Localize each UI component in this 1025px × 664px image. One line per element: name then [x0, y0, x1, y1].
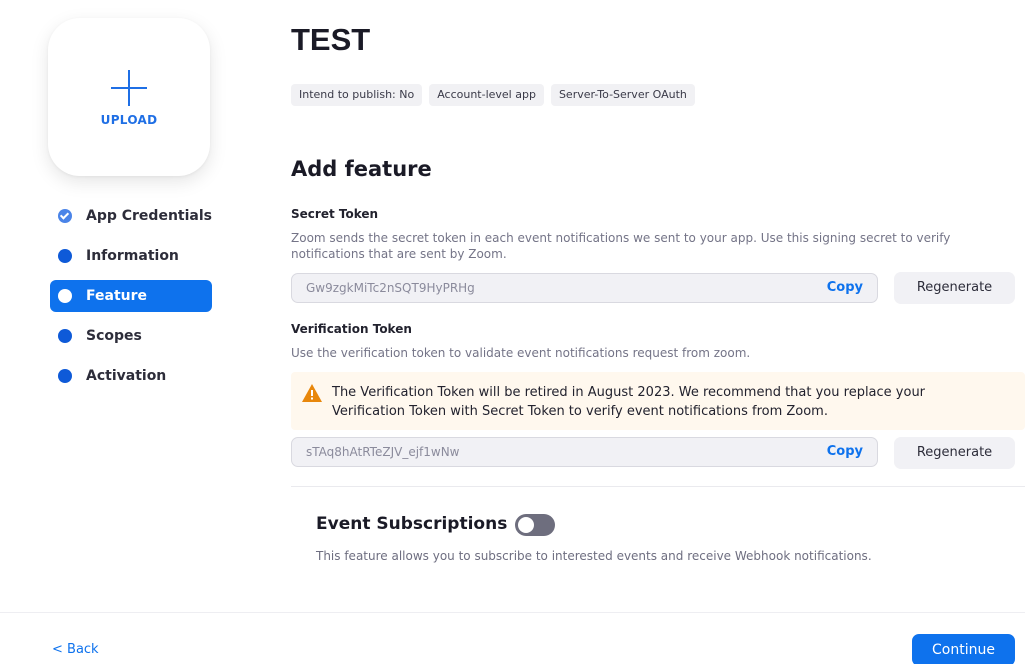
app-tags: Intend to publish: No Account-level app … — [291, 84, 695, 106]
verification-token-field[interactable]: sTAq8hAtRTeZJV_ejf1wNw Copy — [291, 437, 878, 467]
step-dot-icon — [58, 249, 72, 263]
copy-verification-token-button[interactable]: Copy — [827, 444, 863, 459]
continue-button[interactable]: Continue — [912, 634, 1015, 664]
upload-label: UPLOAD — [100, 113, 158, 127]
event-subscriptions-title: Event Subscriptions — [316, 514, 508, 534]
sidebar-item-activation[interactable]: Activation — [50, 360, 212, 392]
verification-token-title: Verification Token — [291, 322, 412, 336]
tag-account-level: Account-level app — [429, 84, 544, 106]
step-dot-icon — [58, 369, 72, 383]
sidebar-item-label: Information — [86, 248, 179, 264]
event-subscriptions-description: This feature allows you to subscribe to … — [316, 549, 872, 563]
warning-text: The Verification Token will be retired i… — [332, 385, 926, 419]
section-title: Add feature — [291, 157, 432, 181]
warning-banner: The Verification Token will be retired i… — [291, 372, 1025, 430]
sidebar-item-scopes[interactable]: Scopes — [50, 320, 212, 352]
regenerate-verification-token-button[interactable]: Regenerate — [894, 437, 1015, 469]
sidebar-item-label: Activation — [86, 368, 167, 384]
event-subscriptions-card: Event Subscriptions This feature allows … — [291, 487, 1025, 587]
copy-secret-token-button[interactable]: Copy — [827, 280, 863, 295]
secret-token-description: Zoom sends the secret token in each even… — [291, 231, 951, 261]
tag-app-type: Server-To-Server OAuth — [550, 84, 695, 106]
sidebar-item-label: Scopes — [86, 328, 142, 344]
back-button[interactable]: < Back — [52, 642, 99, 657]
regenerate-secret-token-button[interactable]: Regenerate — [894, 272, 1015, 304]
plus-icon — [111, 70, 147, 106]
sidebar-item-label: Feature — [86, 288, 147, 304]
event-subscriptions-toggle[interactable] — [515, 514, 555, 536]
verification-token-value: sTAq8hAtRTeZJV_ejf1wNw — [306, 445, 460, 459]
footer-divider — [0, 612, 1025, 613]
sidebar-item-app-credentials[interactable]: App Credentials — [50, 200, 212, 232]
step-dot-icon — [58, 289, 72, 303]
secret-token-title: Secret Token — [291, 207, 379, 221]
app-title: TEST — [291, 22, 371, 57]
secret-token-value: Gw9zgkMiTc2nSQT9HyPRHg — [306, 281, 475, 295]
step-dot-icon — [58, 329, 72, 343]
warning-icon — [302, 384, 322, 402]
check-circle-icon — [58, 209, 72, 223]
sidebar-item-label: App Credentials — [86, 208, 212, 224]
verification-token-description: Use the verification token to validate e… — [291, 346, 751, 360]
tag-publish: Intend to publish: No — [291, 84, 423, 106]
sidebar-nav: App Credentials Information Feature Scop… — [50, 200, 212, 400]
secret-token-field[interactable]: Gw9zgkMiTc2nSQT9HyPRHg Copy — [291, 273, 878, 303]
sidebar-item-information[interactable]: Information — [50, 240, 212, 272]
sidebar-item-feature[interactable]: Feature — [50, 280, 212, 312]
upload-logo-button[interactable]: UPLOAD — [48, 18, 210, 176]
